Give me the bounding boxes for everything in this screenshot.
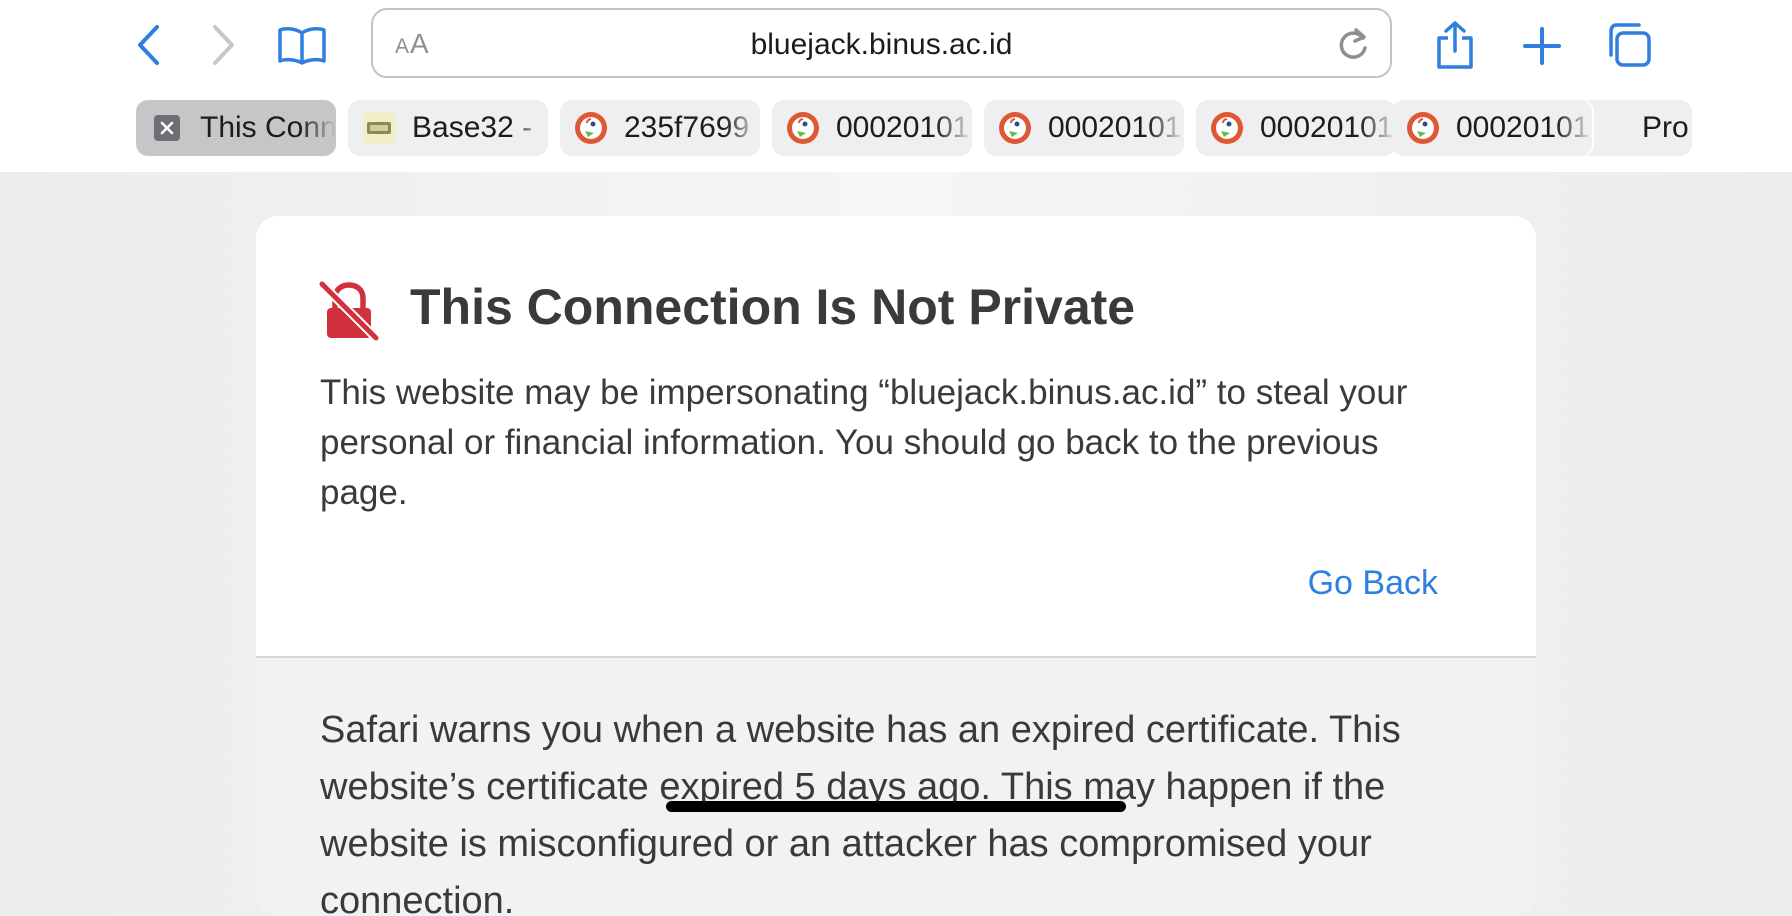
tab-235f7699[interactable]: 235f7699 bbox=[560, 100, 760, 156]
tab-00020101-a[interactable]: 00020101 bbox=[772, 100, 972, 156]
duckduckgo-icon bbox=[998, 111, 1032, 145]
broken-lock-icon bbox=[317, 279, 381, 347]
page-title: This Connection Is Not Private bbox=[410, 279, 1136, 335]
back-icon[interactable] bbox=[130, 22, 166, 68]
bookmarks-icon[interactable] bbox=[276, 22, 328, 68]
browser-toolbar: AA bluejack.binus.ac.id This Connection … bbox=[0, 0, 1792, 172]
duckduckgo-icon bbox=[1406, 111, 1440, 145]
duckduckgo-icon bbox=[574, 111, 608, 145]
new-tab-icon[interactable] bbox=[1520, 24, 1564, 68]
tab-bar: This Connection Is Not Private Base32 - … bbox=[136, 100, 1692, 156]
go-back-link[interactable]: Go Back bbox=[1308, 564, 1438, 603]
tab-00020101-b[interactable]: 00020101 bbox=[984, 100, 1184, 156]
reload-icon[interactable] bbox=[1336, 26, 1370, 67]
close-tab-icon[interactable] bbox=[150, 111, 184, 145]
duckduckgo-icon bbox=[1210, 111, 1244, 145]
base32-favicon bbox=[362, 111, 396, 145]
tab-overview-icon[interactable] bbox=[1604, 20, 1654, 70]
share-icon[interactable] bbox=[1432, 18, 1478, 72]
tab-00020101-d[interactable]: 00020101 bbox=[1392, 100, 1592, 156]
address-bar[interactable]: AA bluejack.binus.ac.id bbox=[371, 8, 1392, 78]
duckduckgo-icon bbox=[786, 111, 820, 145]
warning-description: This website may be impersonating “bluej… bbox=[320, 373, 1408, 512]
home-indicator[interactable] bbox=[666, 801, 1126, 812]
forward-icon[interactable] bbox=[206, 22, 242, 68]
tab-00020101-c[interactable]: 00020101 bbox=[1196, 100, 1396, 156]
url-text[interactable]: bluejack.binus.ac.id bbox=[373, 28, 1390, 62]
details-section: Safari warns you when a website has an e… bbox=[256, 656, 1536, 916]
tab-base32[interactable]: Base32 - bbox=[348, 100, 548, 156]
tab-this-connection[interactable]: This Connection Is Not Private bbox=[136, 100, 336, 156]
